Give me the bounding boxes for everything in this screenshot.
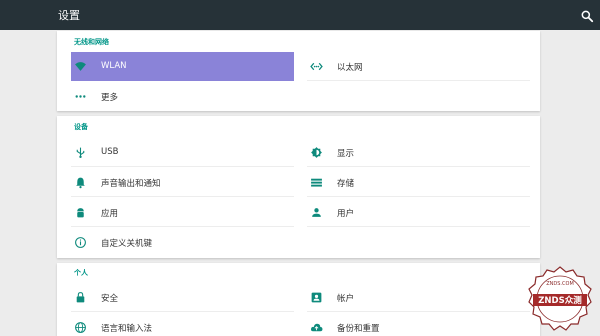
setting-item-label: WLAN: [101, 61, 127, 71]
setting-item-label: USB: [101, 147, 119, 157]
setting-item-apps[interactable]: 应用: [71, 198, 294, 227]
globe-icon: [74, 321, 87, 334]
setting-item-custom-power-key[interactable]: 自定义关机键: [71, 228, 294, 257]
setting-item-users[interactable]: 用户: [307, 198, 530, 227]
info-icon: [74, 236, 87, 249]
setting-item-security[interactable]: 安全: [71, 283, 294, 312]
setting-item-language-input[interactable]: 语言和输入法: [71, 313, 294, 336]
setting-item-label: 更多: [101, 93, 119, 103]
user-icon: [310, 206, 323, 219]
setting-item-label: 应用: [101, 209, 119, 219]
setting-item-label: 用户: [337, 209, 355, 219]
display-icon: [310, 146, 323, 159]
more-icon: [74, 90, 87, 103]
znds-watermark-badge: ZNDS.COM ZNDS众测: [527, 266, 593, 332]
setting-item-label: 备份和重置: [337, 324, 380, 334]
setting-item-accounts[interactable]: 帐户: [307, 283, 530, 312]
setting-item-label: 帐户: [337, 294, 355, 304]
setting-item-label: 声音输出和通知: [101, 179, 161, 189]
setting-item-more[interactable]: 更多: [71, 82, 294, 111]
section-personal: 个人 安全 帐户 语言和输入法 备份和重置: [57, 263, 540, 336]
lock-icon: [74, 291, 87, 304]
setting-item-label: 显示: [337, 149, 355, 159]
setting-item-label: 语言和输入法: [101, 324, 153, 334]
ethernet-icon: [310, 60, 323, 73]
watermark-text: ZNDS众测: [538, 295, 582, 306]
setting-item-wlan[interactable]: WLAN: [71, 52, 294, 81]
bell-icon: [74, 176, 87, 189]
section-title: 无线和网络: [74, 38, 109, 46]
account-icon: [310, 291, 323, 304]
setting-item-ethernet[interactable]: 以太网: [307, 52, 530, 81]
setting-item-display[interactable]: 显示: [307, 138, 530, 167]
section-title: 设备: [74, 123, 88, 131]
section-title: 个人: [74, 269, 88, 277]
section-wireless-networks: 无线和网络 WLAN 以太网 更多: [57, 31, 540, 111]
usb-icon: [74, 146, 87, 159]
app-bar: 设置: [0, 0, 600, 30]
android-icon: [74, 206, 87, 219]
setting-item-label: 自定义关机键: [101, 239, 153, 249]
setting-item-sound[interactable]: 声音输出和通知: [71, 168, 294, 197]
setting-item-storage[interactable]: 存储: [307, 168, 530, 197]
wifi-icon: [74, 60, 87, 73]
cloud-upload-icon: [310, 321, 323, 334]
setting-item-usb[interactable]: USB: [71, 138, 294, 167]
search-icon[interactable]: [580, 8, 594, 23]
watermark-small-text: ZNDS.COM: [546, 281, 574, 287]
setting-item-label: 以太网: [337, 63, 363, 73]
setting-item-backup-reset[interactable]: 备份和重置: [307, 313, 530, 336]
setting-item-label: 存储: [337, 179, 355, 189]
section-device: 设备 USB 显示 声音输出和通知 存储 应用 用户 自定义关机键: [57, 116, 540, 258]
page-title: 设置: [58, 9, 80, 22]
setting-item-label: 安全: [101, 294, 119, 304]
storage-icon: [310, 176, 323, 189]
